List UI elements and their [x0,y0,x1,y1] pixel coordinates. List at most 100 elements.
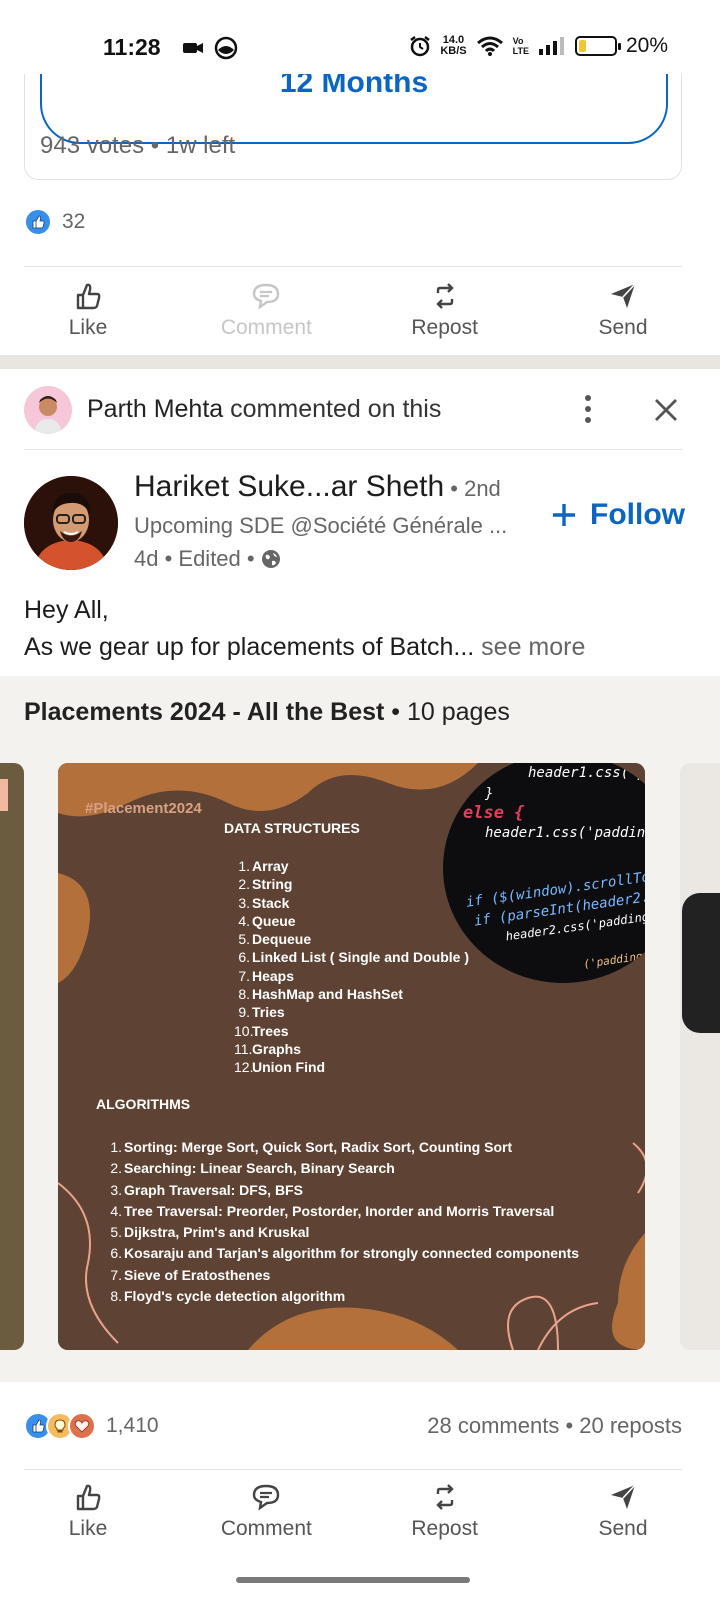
list-item-text: Queue [252,912,296,929]
wifi-icon [476,36,503,56]
love-reaction-icon [68,1412,96,1440]
comment-label: Comment [220,316,312,339]
repost-label: Repost [411,316,478,339]
comment-button[interactable]: Comment [220,280,312,340]
list-item-text: Tries [252,1004,285,1021]
post-line: Hey All, [24,596,109,624]
list-item: 1. Sorting: Merge Sort, Quick Sort, Radix… [108,1137,579,1158]
send-icon [610,1484,636,1509]
list-item: 9. Tries [234,1003,469,1021]
see-more-link[interactable]: see more [474,633,585,661]
algorithms-list: 1. Sorting: Merge Sort, Quick Sort, Radix… [108,1137,579,1307]
repost-button[interactable]: Repost [402,280,488,340]
divider [24,1469,682,1470]
list-item-text: Array [252,858,289,874]
document-title: Placements 2024 - All the Best • 10 page… [24,698,510,726]
alarm-icon [410,36,431,57]
comment-button[interactable]: Comment [221,1481,312,1541]
like-button[interactable]: Like [45,1481,131,1541]
list-item-text: Linked List ( Single and Double ) [252,949,470,966]
clock: 11:28 [103,34,161,60]
list-item-number: 1. [110,1139,122,1155]
list-item-number: 8. [110,1288,122,1305]
list-item: 5. Dijkstra, Prim's and Kruskal [108,1222,579,1243]
list-item: 8. HashMap and HashSet [234,985,469,1003]
reactions-summary[interactable]: 32 [24,208,85,236]
plus-icon [553,504,575,526]
document-slide[interactable]: header1.css('padd } else { header1.css('… [58,763,645,1350]
author-headline: Upcoming SDE @Société Générale ... [134,513,508,538]
repost-icon [435,283,454,309]
next-slide-peek[interactable] [680,763,720,1350]
feed-separator [0,355,720,369]
list-item-text: Union Find [252,1059,326,1076]
comments-reposts-count[interactable]: 28 comments • 20 reposts [427,1413,682,1439]
send-button[interactable]: Send [580,1481,666,1541]
list-item: 2. Searching: Linear Search, Binary Searc… [108,1158,579,1179]
signal-icon [538,37,564,55]
list-item-number: 7. [238,967,250,984]
comment-icon [253,1484,280,1511]
list-item: 4. Queue [234,912,469,930]
repost-button[interactable]: Repost [402,1481,488,1541]
commenter-avatar[interactable] [24,386,72,434]
list-item: 6. Kosaraju and Tarjan's algorithm for st… [108,1243,579,1264]
document-carousel[interactable]: Placements 2024 - All the Best • 10 page… [0,676,720,1382]
list-item-text: Trees [252,1022,289,1039]
list-item-number: 3. [110,1181,122,1198]
list-item-number: 9. [238,1004,250,1021]
list-item-number: 5. [238,931,250,948]
list-item-text: Stack [252,894,290,911]
send-label: Send [598,316,648,339]
list-item: 1. Array [234,857,469,875]
video-call-icon [183,43,203,53]
list-item: 6. Linked List ( Single and Double ) [234,948,469,966]
post-line: As we gear up for placements of Batch...… [24,633,586,661]
list-item-number: 2. [110,1160,122,1177]
list-item-number: 8. [238,986,250,1003]
post-actions: Like Comment Repost Send [0,1481,706,1541]
list-item-number: 3. [238,894,250,911]
reaction-count: 1,410 [106,1414,159,1437]
comment-icon [253,283,280,310]
list-item-text: Dijkstra, Prim's and Kruskal [124,1224,310,1241]
follow-button[interactable]: Follow [550,498,685,532]
list-item: 3. Graph Traversal: DFS, BFS [108,1180,579,1201]
send-button[interactable]: Send [580,280,666,340]
list-item-text: Graphs [252,1040,302,1057]
comment-activity-text[interactable]: Parth Mehta commented on this [87,395,441,424]
reactions-summary[interactable]: 1,410 [24,1412,159,1440]
list-item-text: String [252,876,293,893]
status-bar: 11:28 14.0 KB/S Vo LTE 20% [0,0,720,74]
battery-percent: 20% [625,34,668,57]
thumbs-up-icon [76,1484,101,1511]
close-icon[interactable] [650,394,682,426]
app-notification-icon [214,36,238,60]
list-item-number: 1. [238,858,250,874]
like-label: Like [68,316,108,339]
post-meta: 4d • Edited • [134,546,281,572]
list-item: 12.Union Find [234,1058,469,1076]
post-body[interactable]: Hey All, As we gear up for placements of… [24,592,585,666]
more-options-icon[interactable] [574,392,602,426]
list-item-number: 6. [110,1245,122,1262]
social-counts: 1,410 28 comments • 20 reposts [24,1412,682,1440]
divider [24,266,682,267]
author-name[interactable]: Hariket Suke...ar Sheth • 2nd [134,470,501,504]
list-item-text: Searching: Linear Search, Binary Search [124,1160,395,1177]
list-item: 7. Sieve of Eratosthenes [108,1265,579,1286]
list-item: 4. Tree Traversal: Preorder, Postorder, I… [108,1201,579,1222]
reaction-count: 32 [62,210,86,233]
home-indicator[interactable] [236,1577,470,1583]
list-item-text: Sorting: Merge Sort, Quick Sort, Radix S… [124,1139,513,1155]
post-actions: Like Comment Repost Send [0,280,706,340]
like-button[interactable]: Like [45,280,131,340]
list-item-number: 2. [238,876,250,893]
list-item: 8. Floyd's cycle detection algorithm [108,1286,579,1307]
list-item-number: 11. [234,1040,253,1057]
list-item-number: 4. [110,1202,122,1219]
list-item-text: Floyd's cycle detection algorithm [124,1288,346,1305]
author-avatar[interactable] [24,476,118,570]
previous-slide-peek[interactable] [0,763,24,1350]
globe-icon [261,550,280,568]
